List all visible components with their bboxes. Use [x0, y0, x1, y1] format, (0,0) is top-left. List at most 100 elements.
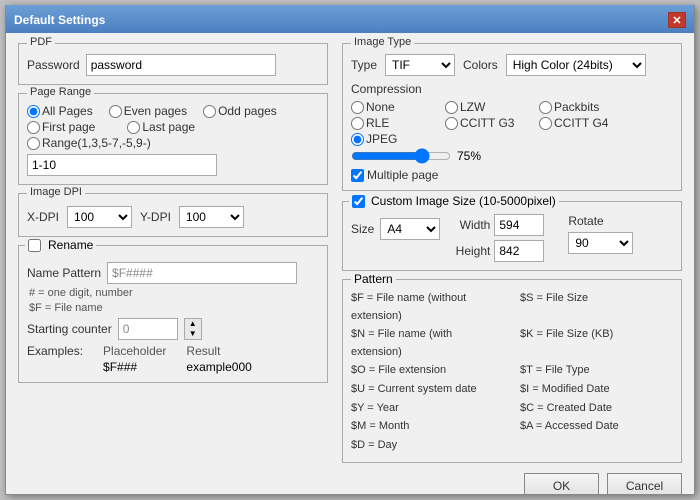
colors-select[interactable]: High Color (24bits) True Color (32bits) … — [506, 54, 646, 76]
pdf-label: PDF — [27, 36, 55, 48]
radio-even-pages: Even pages — [109, 104, 187, 118]
rotate-label: Rotate — [568, 214, 603, 228]
examples-placeholder-col: Placeholder $F### — [103, 344, 166, 374]
examples-label: Examples: — [27, 344, 83, 358]
slider-row: 75% — [351, 148, 673, 164]
width-row: Width — [452, 214, 544, 236]
comp-lzw: LZW — [445, 100, 535, 114]
radio-first-page-input[interactable] — [27, 121, 40, 134]
title-bar: Default Settings ✕ — [6, 7, 694, 33]
comp-jpeg-radio[interactable] — [351, 133, 364, 146]
name-pattern-input[interactable] — [107, 262, 297, 284]
custom-size-label: Custom Image Size (10-5000pixel) — [371, 194, 556, 208]
pattern-item-f: $F = File name (without extension) — [351, 290, 504, 325]
radio-last-page-input[interactable] — [127, 121, 140, 134]
radio-all-pages: All Pages — [27, 104, 93, 118]
height-input[interactable] — [494, 240, 544, 262]
radio-all-pages-input[interactable] — [27, 105, 40, 118]
pattern-section: Pattern $F = File name (without extensio… — [342, 279, 682, 463]
comp-ccitt-g4-label: CCITT G4 — [554, 116, 608, 130]
rotate-select[interactable]: 0 90 180 270 — [568, 232, 633, 254]
size-select[interactable]: A4 A3 Letter Custom — [380, 218, 440, 240]
pattern-item-k: $K = File Size (KB) — [520, 326, 673, 361]
password-label: Password — [27, 58, 80, 72]
pattern-item-a: $A = Accessed Date — [520, 418, 673, 436]
dialog-window: Default Settings ✕ PDF Password Page R — [5, 5, 695, 495]
comp-none-radio[interactable] — [351, 101, 364, 114]
close-button[interactable]: ✕ — [668, 12, 686, 28]
comp-packbits: Packbits — [539, 100, 629, 114]
page-range-group: Page Range All Pages Even pages — [18, 93, 328, 185]
height-row: Height — [452, 240, 544, 262]
radio-row-3: Range(1,3,5-7,-5,9-) — [27, 136, 319, 150]
examples-row: Examples: Placeholder $F### Result examp… — [27, 344, 319, 374]
rename-label: Rename — [48, 238, 93, 252]
dialog-content: PDF Password Page Range All Pages — [6, 33, 694, 494]
range-input[interactable] — [27, 154, 217, 176]
name-pattern-row: Name Pattern — [27, 262, 319, 284]
spinner-up-button[interactable]: ▲ — [185, 319, 201, 329]
image-type-group: Image Type Type TIF JPEG PNG BMP Colors … — [342, 43, 682, 191]
type-select[interactable]: TIF JPEG PNG BMP — [385, 54, 455, 76]
comp-ccitt-g3-radio[interactable] — [445, 117, 458, 130]
comp-rle-radio[interactable] — [351, 117, 364, 130]
password-row: Password — [27, 54, 319, 76]
comp-ccitt-g4-radio[interactable] — [539, 117, 552, 130]
spinner-down-button[interactable]: ▼ — [185, 329, 201, 339]
radio-all-pages-label: All Pages — [42, 104, 93, 118]
radio-last-page-label: Last page — [142, 120, 195, 134]
rename-checkbox[interactable] — [28, 239, 41, 252]
size-select-row: Size A4 A3 Letter Custom — [351, 218, 440, 240]
left-column: PDF Password Page Range All Pages — [18, 43, 328, 463]
cancel-button[interactable]: Cancel — [607, 473, 682, 494]
comp-rle: RLE — [351, 116, 441, 130]
password-input[interactable] — [86, 54, 276, 76]
button-row: OK Cancel — [18, 469, 682, 494]
pattern-item-c: $C = Created Date — [520, 400, 673, 418]
width-label: Width — [452, 218, 490, 232]
ok-button[interactable]: OK — [524, 473, 599, 494]
pattern-item-m: $M = Month — [351, 418, 504, 436]
radio-first-page: First page — [27, 120, 95, 134]
y-dpi-select[interactable]: 100 — [179, 206, 244, 228]
compression-options: None LZW Packbits — [351, 100, 673, 146]
main-columns: PDF Password Page Range All Pages — [18, 43, 682, 463]
rename-content: Name Pattern # = one digit, number $F = … — [27, 262, 319, 374]
multi-page-checkbox[interactable] — [351, 169, 364, 182]
radio-even-pages-input[interactable] — [109, 105, 122, 118]
radio-last-page: Last page — [127, 120, 195, 134]
hint2: $F = File name — [29, 302, 319, 314]
width-input[interactable] — [494, 214, 544, 236]
page-range-label: Page Range — [27, 86, 94, 98]
jpeg-quality-slider[interactable] — [351, 148, 451, 164]
pattern-item-n: $N = File name (with extension) — [351, 326, 504, 361]
example-result-value: example000 — [186, 360, 251, 374]
counter-input[interactable] — [118, 318, 178, 340]
comp-none: None — [351, 100, 441, 114]
comp-packbits-label: Packbits — [554, 100, 599, 114]
radio-row-1: All Pages Even pages Odd pages — [27, 104, 319, 118]
window-title: Default Settings — [14, 13, 105, 27]
multi-page-row: Multiple page — [351, 168, 673, 182]
radio-range-input[interactable] — [27, 137, 40, 150]
custom-size-group: Custom Image Size (10-5000pixel) Size A4… — [342, 201, 682, 271]
pattern-grid: $F = File name (without extension) $S = … — [351, 290, 673, 454]
counter-row: Starting counter ▲ ▼ — [27, 318, 319, 340]
radio-first-page-label: First page — [42, 120, 95, 134]
compression-group: Compression None LZW — [351, 82, 673, 164]
image-type-label: Image Type — [351, 36, 414, 48]
comp-packbits-radio[interactable] — [539, 101, 552, 114]
x-dpi-select[interactable]: 100 — [67, 206, 132, 228]
comp-ccitt-g3: CCITT G3 — [445, 116, 535, 130]
counter-spinner: ▲ ▼ — [184, 318, 202, 340]
comp-lzw-radio[interactable] — [445, 101, 458, 114]
radio-odd-pages-input[interactable] — [203, 105, 216, 118]
size-label: Size — [351, 222, 374, 236]
result-header: Result — [186, 344, 251, 358]
size-fields: Size A4 A3 Letter Custom Width — [351, 214, 673, 262]
comp-rle-label: RLE — [366, 116, 389, 130]
name-pattern-label: Name Pattern — [27, 266, 101, 280]
custom-size-checkbox[interactable] — [352, 195, 365, 208]
pattern-item-d: $D = Day — [351, 437, 504, 455]
comp-none-label: None — [366, 100, 395, 114]
